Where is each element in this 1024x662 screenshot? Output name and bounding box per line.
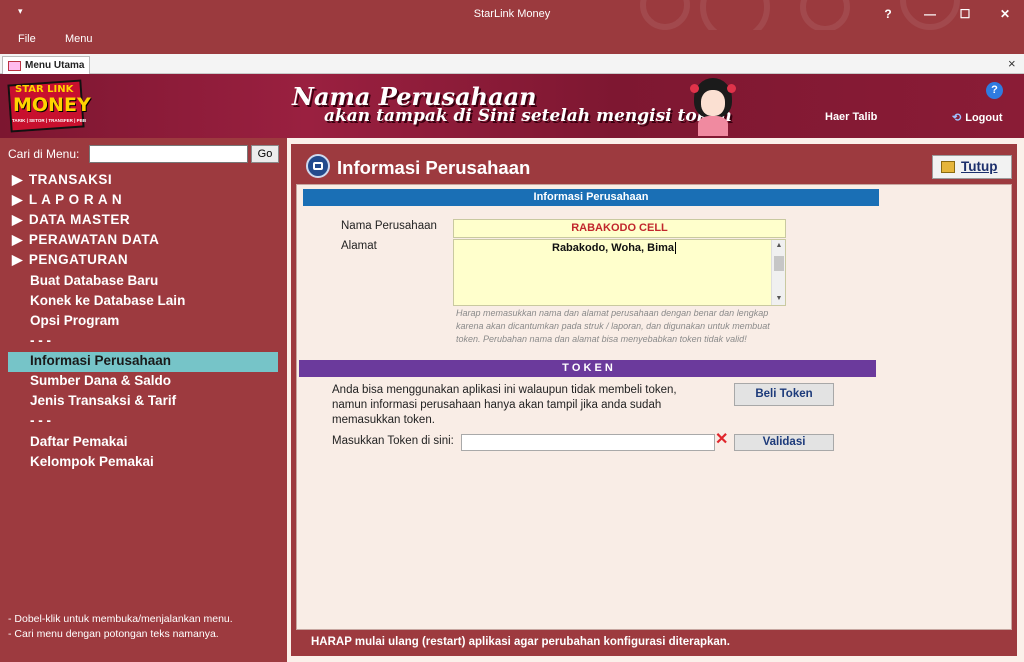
invalid-x-icon: ✕ (715, 431, 729, 448)
sidebar-item-buat-database-baru[interactable]: Buat Database Baru (8, 272, 278, 292)
sidebar-item-daftar-pemakai[interactable]: Daftar Pemakai (8, 433, 278, 453)
user-name: Haer Talib (825, 111, 878, 123)
expand-arrow-icon: ▶ (12, 192, 23, 207)
window-title: StarLink Money (473, 8, 551, 20)
alamat-textarea[interactable]: Rabakodo, Woha, Bima ▲ ▼ (453, 239, 786, 306)
hint-line: - Cari menu dengan potongan teks namanya… (8, 628, 219, 640)
scroll-down-icon[interactable]: ▼ (772, 293, 786, 305)
company-info-icon (306, 154, 330, 178)
logout-button[interactable]: ⟲ Logout (952, 111, 1002, 124)
sidebar-item-data-master[interactable]: ▶ DATA MASTER (8, 211, 278, 231)
search-input[interactable] (89, 145, 248, 163)
sidebar-item-kelompok-pemakai[interactable]: Kelompok Pemakai (8, 453, 278, 473)
close-tab-icon[interactable]: × (1008, 56, 1016, 71)
expand-arrow-icon: ▶ (12, 252, 23, 267)
scroll-thumb[interactable] (774, 256, 784, 271)
alamat-scrollbar[interactable]: ▲ ▼ (771, 240, 785, 305)
help-icon[interactable]: ? (986, 82, 1003, 99)
sidebar-item-konek-database[interactable]: Konek ke Database Lain (8, 292, 278, 312)
token-label: Masukkan Token di sini: (332, 435, 454, 447)
expand-arrow-icon: ▶ (12, 232, 23, 247)
sidebar: Cari di Menu: Go ▶ TRANSAKSI ▶ L A P O R A… (0, 138, 287, 662)
help-icon[interactable]: ? (876, 4, 900, 24)
sidebar-item-informasi-perusahaan[interactable]: Informasi Perusahaan (8, 352, 278, 372)
sidebar-item-perawatan-data[interactable]: ▶ PERAWATAN DATA (8, 231, 278, 251)
maximize-button[interactable]: ☐ (953, 4, 977, 24)
info-note: Harap memasukkan nama dan alamat perusah… (456, 308, 770, 344)
menu-menu[interactable]: Menu (65, 33, 93, 45)
go-button[interactable]: Go (251, 145, 279, 163)
page-title: Informasi Perusahaan (337, 157, 531, 178)
form-panel: Informasi Perusahaan Nama Perusahaan RAB… (296, 184, 1012, 630)
starlink-logo: STAR LINK MONEY TARIK | SETOR | TRANSFER… (7, 79, 91, 133)
sidebar-item-pengaturan[interactable]: ▶ PENGATURAN (8, 251, 278, 271)
document-tab-strip: Menu Utama × (0, 54, 1024, 74)
logout-icon: ⟲ (952, 112, 962, 124)
sidebar-item-opsi-program[interactable]: Opsi Program (8, 312, 278, 332)
token-section-header: T O K E N (299, 360, 876, 377)
nama-perusahaan-field[interactable]: RABAKODO CELL (453, 219, 786, 238)
token-description: Anda bisa menggunakan aplikasi ini walau… (332, 384, 677, 426)
restart-notice: HARAP mulai ulang (restart) aplikasi aga… (311, 636, 731, 648)
sidebar-separator: - - - (30, 413, 51, 428)
validasi-button[interactable]: Validasi (734, 434, 834, 451)
nama-perusahaan-label: Nama Perusahaan (341, 220, 437, 232)
expand-arrow-icon: ▶ (12, 172, 23, 187)
sidebar-hints: - Dobel-klik untuk membuka/menjalankan m… (8, 612, 233, 642)
tab-menu-utama[interactable]: Menu Utama (2, 56, 90, 74)
sidebar-item-laporan[interactable]: ▶ L A P O R A N (8, 191, 278, 211)
search-label: Cari di Menu: (8, 147, 80, 161)
sidebar-item-jenis-transaksi[interactable]: Jenis Transaksi & Tarif (8, 392, 278, 412)
close-button[interactable]: ✕ (993, 4, 1017, 24)
close-door-icon (941, 161, 955, 173)
menu-file[interactable]: File (18, 33, 36, 45)
text-caret (675, 242, 677, 255)
alamat-label: Alamat (341, 240, 377, 252)
sidebar-separator: - - - (30, 333, 51, 348)
banner: STAR LINK MONEY TARIK | SETOR | TRANSFER… (0, 74, 1024, 138)
sidebar-item-sumber-dana[interactable]: Sumber Dana & Saldo (8, 372, 278, 392)
anime-girl-illustration (690, 78, 736, 136)
beli-token-button[interactable]: Beli Token (734, 383, 834, 406)
tab-label: Menu Utama (25, 60, 85, 71)
form-icon (8, 61, 21, 71)
token-input[interactable] (461, 434, 715, 451)
hint-line: - Dobel-klik untuk membuka/menjalankan m… (8, 613, 233, 625)
title-bar: ▾ StarLink Money ? — ☐ ✕ (0, 0, 1024, 42)
menu-bar: File Menu (0, 30, 1024, 54)
banner-subline: akan tampak di Sini setelah mengisi toke… (324, 106, 732, 126)
scroll-up-icon[interactable]: ▲ (772, 240, 786, 252)
expand-arrow-icon: ▶ (12, 212, 23, 227)
tutup-button[interactable]: Tutup (932, 155, 1012, 179)
main-content: Informasi Perusahaan Tutup Informasi Per… (287, 138, 1024, 662)
sidebar-item-transaksi[interactable]: ▶ TRANSAKSI (8, 171, 278, 191)
info-section-header: Informasi Perusahaan (303, 189, 879, 206)
form-frame: Informasi Perusahaan Tutup Informasi Per… (291, 144, 1017, 656)
minimize-button[interactable]: — (918, 4, 942, 24)
